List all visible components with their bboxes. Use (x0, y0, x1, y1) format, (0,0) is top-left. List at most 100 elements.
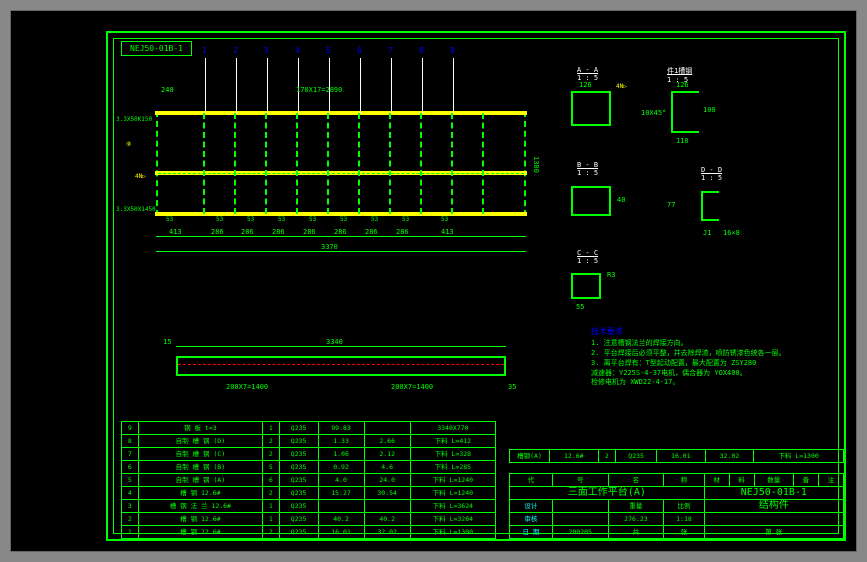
leader-line (391, 58, 392, 113)
plan-col: 6 (358, 113, 360, 214)
tech-item-2: 2. 平台焊接后必须平整，并去除焊渣，喷防锈漆色统各一层。 (591, 349, 831, 359)
plan-col (482, 113, 484, 214)
part1-d126: 126 (676, 81, 689, 89)
tech-item-3: 3. 离平台焊有：T型起动配置，最大配置为 ZSY280 (591, 359, 831, 369)
plan-row-divider (158, 173, 524, 174)
tech-item-5: 检修电机为 XWD22-4-17。 (591, 378, 831, 388)
detail-DD-77: 77 (667, 201, 675, 209)
dim-b-6: 286 (334, 228, 347, 236)
part1-d110: 110 (676, 137, 689, 145)
tb-part: 结构件 (704, 500, 843, 513)
detail-CC-R3: R3 (607, 271, 615, 279)
tb-mass: 276.23 (608, 513, 664, 526)
detail-BB-label: B - B1 : 5 (577, 161, 598, 177)
dim-b-2: 286 (211, 228, 224, 236)
col-53-1: 53 (166, 216, 173, 223)
part1-d100: 100 (703, 106, 716, 114)
detail-BB-d1: 40 (617, 196, 625, 204)
dim-elev-end: 35 (508, 383, 516, 391)
col-53-9: 53 (441, 216, 448, 223)
dim-top-left: 240 (161, 86, 174, 94)
tech-requirements: 技术要求 1. 注意槽钢法兰的焊接方向。 2. 平台焊接后必须平整，并去除焊渣，… (591, 326, 831, 388)
plan-col: 1 (203, 113, 205, 214)
bom-row: 7自制 槽 钢 (C)2Q2351.062.12下料 L=328 (122, 448, 496, 461)
weld-note: 4N▷ (135, 173, 146, 180)
title-block: 代号 名称 材料 数量备注 三面工作平台(A) NEJ50-01B-1 结构件 … (509, 473, 844, 539)
bolt-row (178, 364, 504, 365)
bom-row: 5自制 槽 钢 (A)6Q2354.024.0下料 L=1240 (122, 474, 496, 487)
tb-date: 200205 (552, 526, 608, 539)
dim-top-span: 170X17=2890 (296, 86, 342, 94)
tb-row-mass: 审核 276.23 1:18 (510, 513, 844, 526)
tb-project: 三面工作平台(A) (510, 487, 705, 500)
plan-col: 7 (389, 113, 391, 214)
bom-row: 2槽 钢 12.6#1Q23540.240.2下料 L=3264 (122, 513, 496, 526)
col-53-5: 53 (309, 216, 316, 223)
leader-6: 6 (357, 46, 362, 55)
detail-BB-box (571, 186, 611, 216)
drawing-number-tag: NEJ50-01B-1 (121, 41, 192, 56)
dim-b-8: 286 (396, 228, 409, 236)
detail-CC-55: 55 (576, 303, 584, 311)
dim-b-9: 413 (441, 228, 454, 236)
plan-col: 3 (265, 113, 267, 214)
leader-line (453, 58, 454, 113)
dim-b-3: 286 (241, 228, 254, 236)
plan-col: 4 (296, 113, 298, 214)
dim-b-4: 286 (272, 228, 285, 236)
detail-AA-label: A - A1 : 5 (577, 66, 598, 82)
dim-elev-seg1: 200X7=1400 (226, 383, 268, 391)
col-53-4: 53 (278, 216, 285, 223)
leader-1: 1 (202, 46, 207, 55)
leader-8: 8 (419, 46, 424, 55)
plan-col: 8 (420, 113, 422, 214)
dim-elev-top: 3340 (326, 338, 343, 346)
dim-line-total (156, 251, 526, 252)
leader-line (236, 58, 237, 113)
detail-DD-J1: J1 (703, 229, 711, 237)
tb-dwg-no: NEJ50-01B-1 (704, 487, 843, 500)
dim-line-elev-top (176, 346, 506, 347)
leader-line (267, 58, 268, 113)
dim-line-bottom (156, 236, 526, 237)
dim-total: 3370 (321, 243, 338, 251)
leader-line (422, 58, 423, 113)
detail-CC-box (571, 273, 601, 299)
detail-CC-label: C - C1 : 5 (577, 249, 598, 265)
detail-AA-box (571, 91, 611, 126)
left-note-2: 3.3X50X1450 (116, 206, 156, 213)
bom-row: 9钢 板 t=31Q23599.833340X770 (122, 422, 496, 435)
dim-b-5: 286 (303, 228, 316, 236)
detail-DD-16x8: 16×8 (723, 229, 740, 237)
tb-scale: 1:18 (664, 513, 704, 526)
cad-canvas: NEJ50-01B-1 1 2 3 4 5 6 7 8 9 170X17=289… (10, 10, 857, 552)
dim-b-1: 413 (169, 228, 182, 236)
dim-elev-left: 15 (163, 338, 171, 346)
col-53-6: 53 (340, 216, 347, 223)
tb-row-header: 代号 名称 材料 数量备注 (510, 474, 844, 487)
bom-row-1-inline: 槽钢(A)12.6#2Q23516.0132.02下料 L=1300 (509, 449, 844, 463)
leader-4: 4 (295, 46, 300, 55)
plan-col: 5 (327, 113, 329, 214)
part1-chamfer: 10X45° (641, 109, 666, 117)
circle-9: ⑨ (126, 141, 131, 148)
bom-row: 1槽 钢 12.6#2Q23516.0132.02下料 L=1300 (122, 526, 496, 539)
bom-row: 6自制 槽 钢 (B)5Q2350.924.6下料 L=285 (122, 461, 496, 474)
elevation-view (176, 356, 506, 376)
leader-5: 5 (326, 46, 331, 55)
plan-col: 9 (451, 113, 453, 214)
detail-part1-box (671, 91, 699, 133)
dim-height: 1300 (532, 156, 540, 173)
tech-item-4: 减速器：Y225S-4-37电机，偶合器为 YOX400。 (591, 369, 831, 379)
leader-7: 7 (388, 46, 393, 55)
top-flange (155, 111, 527, 115)
leader-line (205, 58, 206, 113)
col-53-2: 53 (216, 216, 223, 223)
plan-col: 2 (234, 113, 236, 214)
col-53-7: 53 (371, 216, 378, 223)
leader-9: 9 (450, 46, 455, 55)
bom-row: 4槽 钢 12.6#2Q23515.2730.54下料 L=1240 (122, 487, 496, 500)
tech-item-1: 1. 注意槽钢法兰的焊接方向。 (591, 339, 831, 349)
detail-DD-label: D - D1 : 5 (701, 166, 722, 182)
leader-3: 3 (264, 46, 269, 55)
